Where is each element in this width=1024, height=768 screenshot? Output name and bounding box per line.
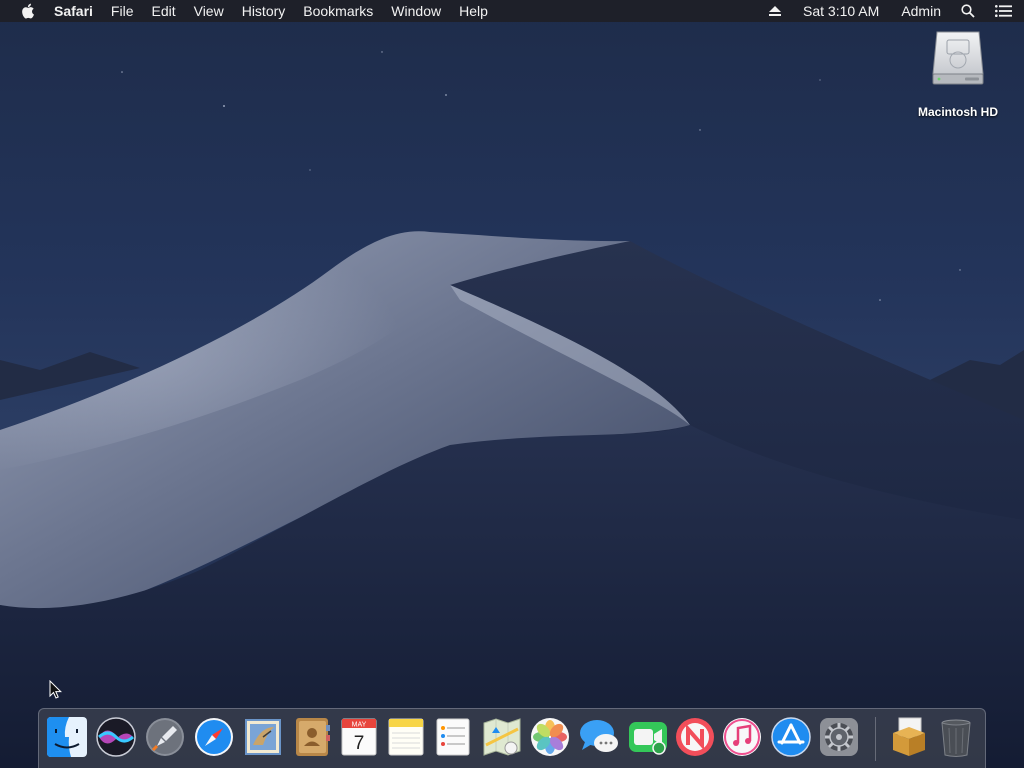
dock-downloads[interactable] [887,715,931,759]
mail-icon [245,719,281,755]
downloads-box-icon [893,717,925,756]
spotlight-search-icon[interactable] [961,4,975,18]
dock: MAY 7 [38,708,986,768]
finder-icon [47,717,87,757]
menu-file[interactable]: File [102,0,143,22]
dock-app-store[interactable] [769,715,813,759]
dock-notes[interactable] [384,715,428,759]
maps-icon [483,718,521,756]
dock-finder[interactable] [45,715,89,759]
dock-messages[interactable] [577,715,621,759]
user-menu[interactable]: Admin [901,3,941,19]
calendar-icon: MAY 7 [341,718,377,756]
news-icon [676,718,714,756]
menu-app-name[interactable]: Safari [54,0,102,22]
apple-menu-icon[interactable] [0,0,54,22]
mouse-pointer-icon [49,680,62,699]
dock-separator [875,717,876,761]
dock-facetime[interactable] [626,715,670,759]
menu-edit[interactable]: Edit [142,0,184,22]
menu-bookmarks[interactable]: Bookmarks [294,0,382,22]
calendar-day: 7 [354,733,365,754]
disk-label: Macintosh HD [917,105,998,119]
launchpad-icon [146,718,184,756]
menu-bar: Safari File Edit View History Bookmarks … [0,0,1024,22]
dock-reminders[interactable] [431,715,475,759]
facetime-icon [629,722,667,755]
contacts-icon [296,718,330,756]
dock-safari[interactable] [192,715,236,759]
notes-icon [388,718,424,756]
safari-icon [195,718,233,756]
calendar-month: MAY [352,722,367,729]
dock-calendar[interactable]: MAY 7 [337,715,381,759]
siri-icon [96,717,136,757]
dock-news[interactable] [673,715,717,759]
dock-itunes[interactable] [720,715,764,759]
reminders-icon [436,718,470,756]
dock-photos[interactable] [528,715,572,759]
clock[interactable]: Sat 3:10 AM [803,3,879,19]
dock-launchpad[interactable] [143,715,187,759]
macintosh-hd-desktop-icon[interactable]: Macintosh HD [908,30,1008,119]
dock-maps[interactable] [480,715,524,759]
dock-contacts[interactable] [290,715,334,759]
messages-icon [580,720,618,752]
eject-icon[interactable] [769,5,782,17]
app-store-icon [771,717,811,757]
menu-view[interactable]: View [185,0,233,22]
photos-icon [531,718,569,756]
system-preferences-gear-icon [820,718,858,756]
desktop-wallpaper [0,0,1024,768]
hard-drive-icon [932,31,984,85]
menu-history[interactable]: History [233,0,295,22]
dock-siri[interactable] [94,715,138,759]
itunes-icon [723,718,761,756]
dock-system-preferences[interactable] [817,715,861,759]
trash-icon [941,719,971,757]
status-area: Sat 3:10 AM Admin [749,0,1024,22]
dock-trash[interactable] [934,715,978,759]
notification-center-icon[interactable] [995,5,1012,17]
dock-mail[interactable] [241,715,285,759]
menu-window[interactable]: Window [382,0,450,22]
menu-help[interactable]: Help [450,0,497,22]
